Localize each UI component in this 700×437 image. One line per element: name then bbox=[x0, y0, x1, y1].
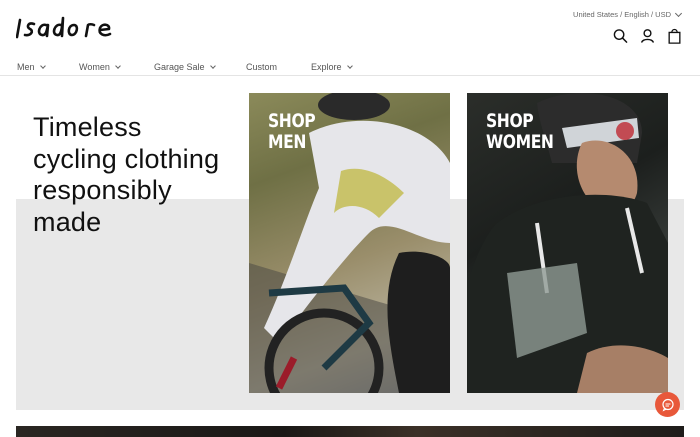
user-icon[interactable] bbox=[640, 28, 655, 44]
nav-item-label: Men bbox=[17, 62, 35, 72]
shopping-bag-icon[interactable] bbox=[667, 28, 682, 44]
nav-item-women[interactable]: Women bbox=[79, 62, 121, 72]
nav-item-explore[interactable]: Explore bbox=[311, 62, 353, 72]
shop-men-label: SHOP MEN bbox=[268, 110, 316, 153]
nav-item-custom[interactable]: Custom bbox=[246, 62, 277, 72]
chevron-down-icon bbox=[209, 62, 216, 69]
search-icon[interactable] bbox=[613, 28, 628, 44]
main-nav: Men Women Garage Sale Custom Explore bbox=[17, 62, 700, 74]
shop-women-card[interactable]: SHOP WOMEN bbox=[467, 93, 668, 393]
nav-item-garage-sale[interactable]: Garage Sale bbox=[154, 62, 216, 72]
shop-men-card[interactable]: SHOP MEN bbox=[249, 93, 450, 393]
chevron-down-icon bbox=[115, 62, 121, 69]
chevron-down-icon bbox=[39, 62, 46, 69]
chat-bubble-icon bbox=[661, 398, 674, 412]
next-section-image bbox=[16, 426, 684, 437]
shop-women-label: SHOP WOMEN bbox=[486, 110, 554, 153]
locale-label: United States / English / USD bbox=[573, 10, 671, 19]
nav-item-label: Explore bbox=[311, 62, 342, 72]
chevron-down-icon bbox=[674, 9, 683, 17]
chat-button[interactable] bbox=[655, 392, 680, 417]
hero-headline: Timeless cycling clothing responsibly ma… bbox=[33, 112, 220, 237]
chevron-down-icon bbox=[346, 62, 353, 69]
nav-divider bbox=[0, 75, 700, 76]
nav-item-label: Custom bbox=[246, 62, 278, 72]
nav-item-men[interactable]: Men bbox=[17, 62, 46, 72]
locale-selector[interactable]: United States / English / USD bbox=[573, 9, 683, 19]
nav-item-label: Women bbox=[79, 62, 110, 72]
isadore-logo[interactable] bbox=[16, 14, 140, 40]
nav-item-label: Garage Sale bbox=[154, 62, 205, 72]
